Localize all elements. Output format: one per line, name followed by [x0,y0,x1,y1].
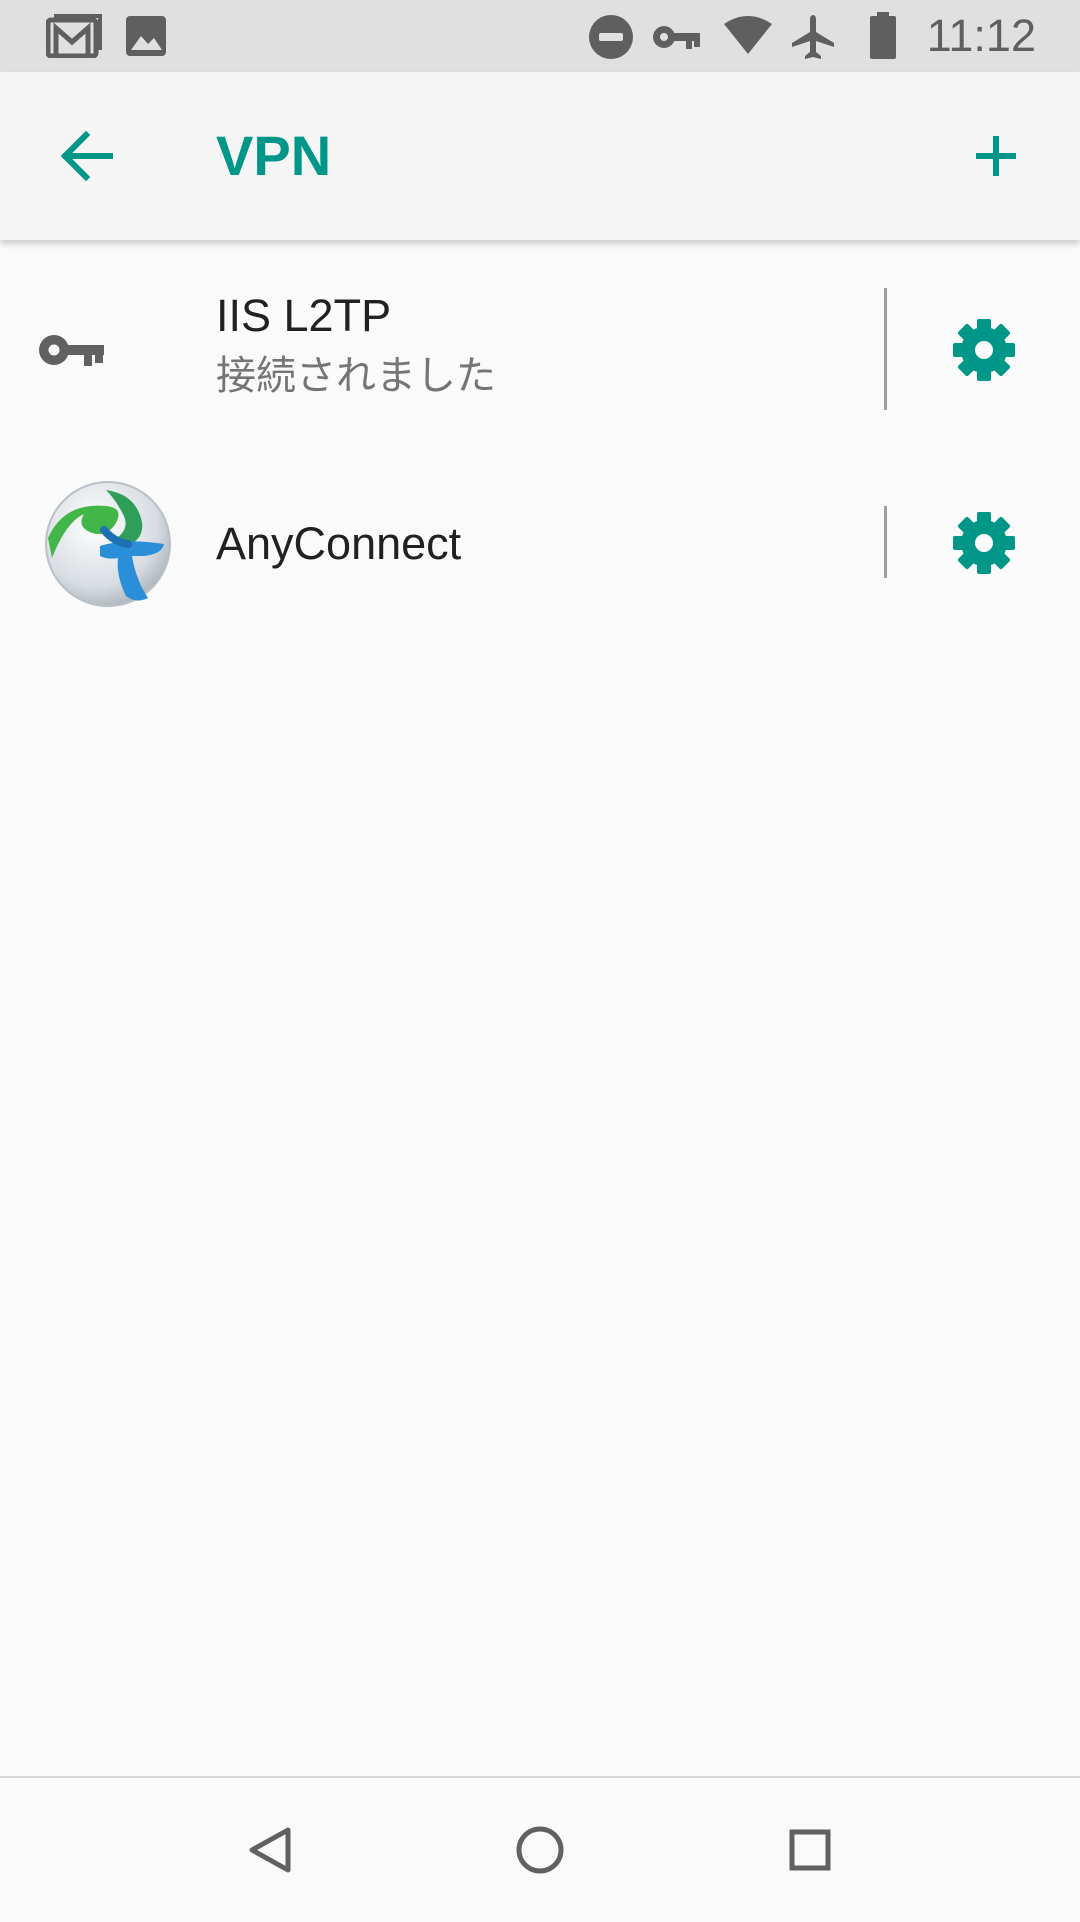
nav-home-button[interactable] [492,1802,588,1898]
vpn-item-text: AnyConnect [216,518,461,570]
wifi-icon [724,16,772,54]
image-icon [126,16,166,56]
navigation-bar [0,1776,1080,1922]
vpn-item-iis-l2tp[interactable]: IIS L2TP 接続されました [0,240,1080,460]
app-bar: VPN [0,72,1080,240]
vpn-status: 接続されました [216,354,496,398]
gear-icon [953,319,1015,381]
vpn-settings-button[interactable] [930,296,1038,404]
vpn-name: AnyConnect [216,518,462,569]
home-circle-icon [516,1826,564,1874]
battery-icon [870,12,896,59]
vpn-settings-button[interactable] [930,489,1038,597]
vertical-divider [884,288,887,410]
vpn-name: IIS L2TP [216,290,392,341]
vpn-key-icon [39,335,104,366]
arrow-back-icon [60,130,113,182]
airplane-icon [792,15,834,59]
add-icon [976,136,1016,176]
status-time: 11:12 [926,10,1036,61]
nav-back-button[interactable] [222,1802,318,1898]
anyconnect-app-icon [45,481,171,607]
back-triangle-icon [249,1827,291,1873]
recents-square-icon [789,1829,831,1871]
back-button[interactable] [40,108,136,204]
vpn-key-icon [653,26,700,49]
page-title: VPN [216,124,332,187]
status-bar: 11:12 [0,0,1080,72]
gmail-icon [46,14,102,58]
vpn-item-anyconnect[interactable]: AnyConnect [0,460,1080,660]
add-vpn-button[interactable] [948,108,1044,204]
nav-recents-button[interactable] [762,1802,858,1898]
vertical-divider [884,506,887,578]
do-not-disturb-icon [589,15,633,59]
vpn-item-text: IIS L2TP 接続されました [216,290,496,402]
gear-icon [953,512,1015,574]
